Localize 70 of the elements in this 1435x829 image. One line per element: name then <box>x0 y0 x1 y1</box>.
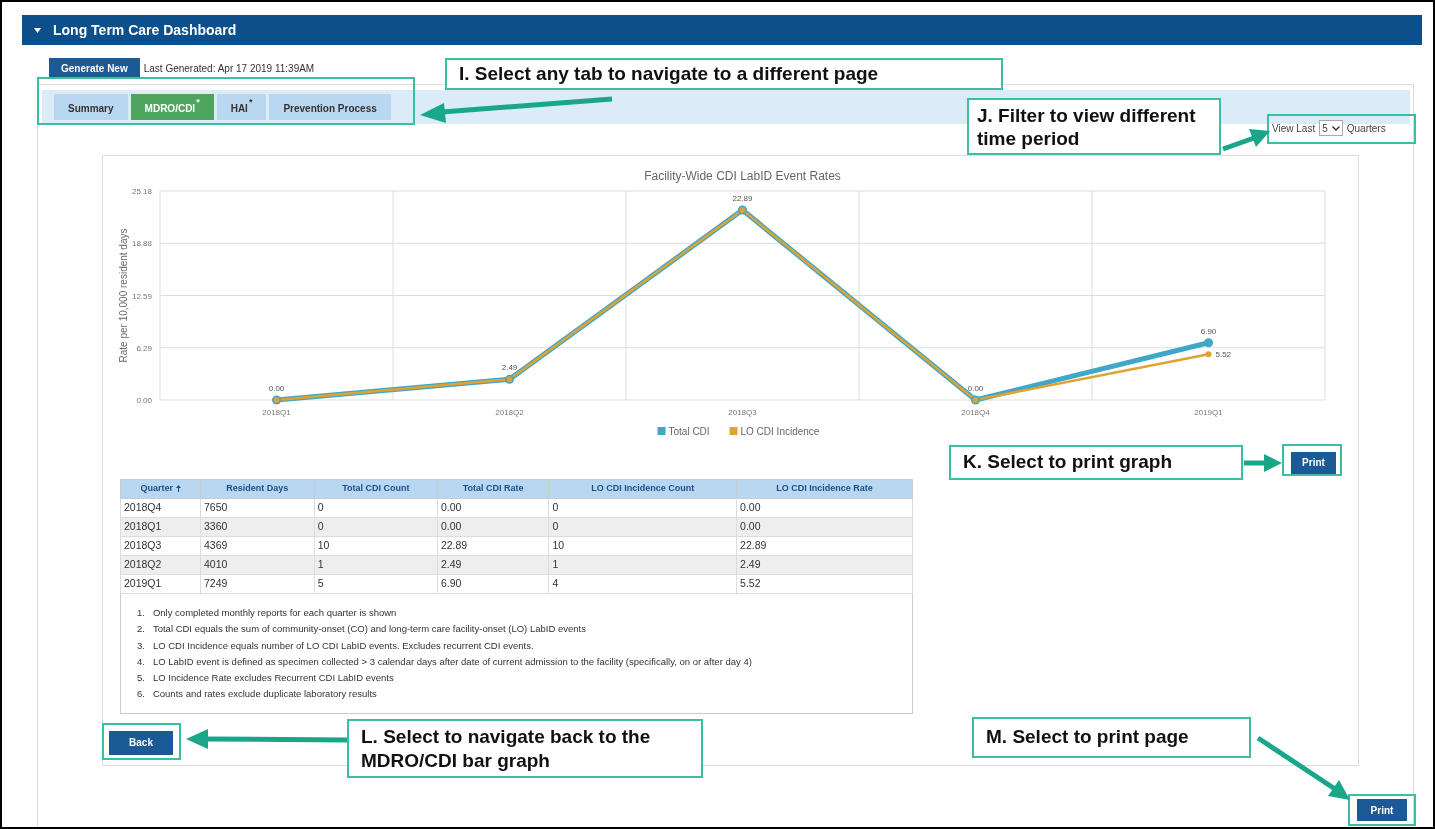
list-number: 3. <box>137 638 145 653</box>
note-text: Only completed monthly reports for each quarter is shown <box>152 606 397 620</box>
list-number: 5. <box>137 671 145 685</box>
table-cell: 3360 <box>200 517 315 537</box>
data-label: 0.00 <box>268 384 285 393</box>
table-cell: 6.90 <box>437 574 549 594</box>
table-cell: 22.89 <box>437 536 549 556</box>
data-label: 5.52 <box>1215 350 1232 360</box>
callout: I. Select any tab to navigate to a different page <box>445 58 1003 90</box>
filter-label: View Last <box>1272 121 1316 136</box>
list-number: 2. <box>137 622 145 637</box>
table-cell: 0.00 <box>437 498 549 518</box>
note-text: Counts and rates exclude duplicate laboratory results <box>152 687 377 702</box>
axis-tick-label: 2019Q1 <box>1194 408 1223 417</box>
axis-tick-label: 2018Q2 <box>495 408 524 417</box>
table-cell: 10 <box>548 536 737 556</box>
table-cell: 4 <box>548 574 737 594</box>
data-label: 22.89 <box>732 194 753 203</box>
callout: K. Select to print graph <box>949 445 1243 480</box>
table-cell: 0.00 <box>736 517 913 537</box>
table-cell: 0 <box>548 498 737 518</box>
axis-tick-label: 18.88 <box>131 239 152 249</box>
list-number: 1. <box>137 606 145 620</box>
table-cell: 2018Q4 <box>120 498 201 518</box>
axis-tick-label: 2018Q3 <box>728 408 757 417</box>
table-cell: 0 <box>548 517 737 537</box>
dashboard-title: Long Term Care Dashboard <box>53 20 237 40</box>
last-generated-text: Last Generated: Apr 17 2019 11:39AM <box>143 61 315 76</box>
data-label: 0.00 <box>967 384 984 393</box>
table-cell: 7650 <box>200 498 315 518</box>
table-cell: 10 <box>314 536 438 556</box>
axis-title: Rate per 10,000 resident days <box>118 228 129 363</box>
table-cell: 1 <box>314 555 438 575</box>
table-cell: 22.89 <box>736 536 913 556</box>
axis-tick-label: 6.29 <box>136 343 152 353</box>
note-text: LO CDI Incidence equals number of LO CDI LabID events. Excludes recurrent CDI events. <box>152 638 534 653</box>
table-cell: 0 <box>314 517 438 537</box>
table-cell: 4010 <box>200 555 315 575</box>
table-cell: 0 <box>314 498 438 518</box>
axis-tick-label: 2018Q1 <box>262 408 291 417</box>
table-cell: 0.00 <box>437 517 549 537</box>
table-cell: 5 <box>314 574 438 594</box>
filter-label: Quarters <box>1346 121 1386 136</box>
table-cell: 5.52 <box>736 574 913 594</box>
note-text: Total CDI equals the sum of community-onset (CO) and long-term care facility-onset (LO) LabID events <box>152 622 586 637</box>
data-label: 6.90 <box>1200 326 1217 336</box>
chart-title: Facility-Wide CDI LabID Event Rates <box>644 169 841 183</box>
list-number: 6. <box>137 687 145 702</box>
table-cell: 2019Q1 <box>120 574 201 594</box>
callout: L. Select to navigate back to the MDRO/CDI bar graph <box>347 719 703 778</box>
axis-tick-label: 2018Q4 <box>961 408 990 417</box>
note-text: LO LabID event is defined as specimen collected > 3 calendar days after date of current admission to the facility (specifically, on or after day 4) <box>152 654 752 669</box>
axis-tick-label: 0.00 <box>136 396 152 405</box>
table-cell: 2.49 <box>736 555 913 575</box>
axis-tick-label: 25.18 <box>131 187 152 196</box>
legend-label: Total CDI <box>668 426 710 437</box>
table-cell: 2018Q1 <box>120 517 201 537</box>
data-label: 2.49 <box>501 363 518 373</box>
table-cell: 2018Q3 <box>120 536 201 556</box>
note-text: LO Incidence Rate excludes Recurrent CDI LabID events <box>152 671 394 685</box>
table-cell: 2018Q2 <box>120 555 201 575</box>
table-cell: 0.00 <box>736 498 913 518</box>
table-cell: 1 <box>548 555 737 575</box>
axis-tick-label: 12.59 <box>131 291 152 301</box>
table-cell: 7249 <box>200 574 315 594</box>
callout: J. Filter to view different time period <box>967 98 1221 155</box>
table-cell: 4369 <box>200 536 315 556</box>
list-number: 4. <box>137 654 145 669</box>
table-cell: 2.49 <box>437 555 549 575</box>
callout: M. Select to print page <box>972 717 1251 758</box>
